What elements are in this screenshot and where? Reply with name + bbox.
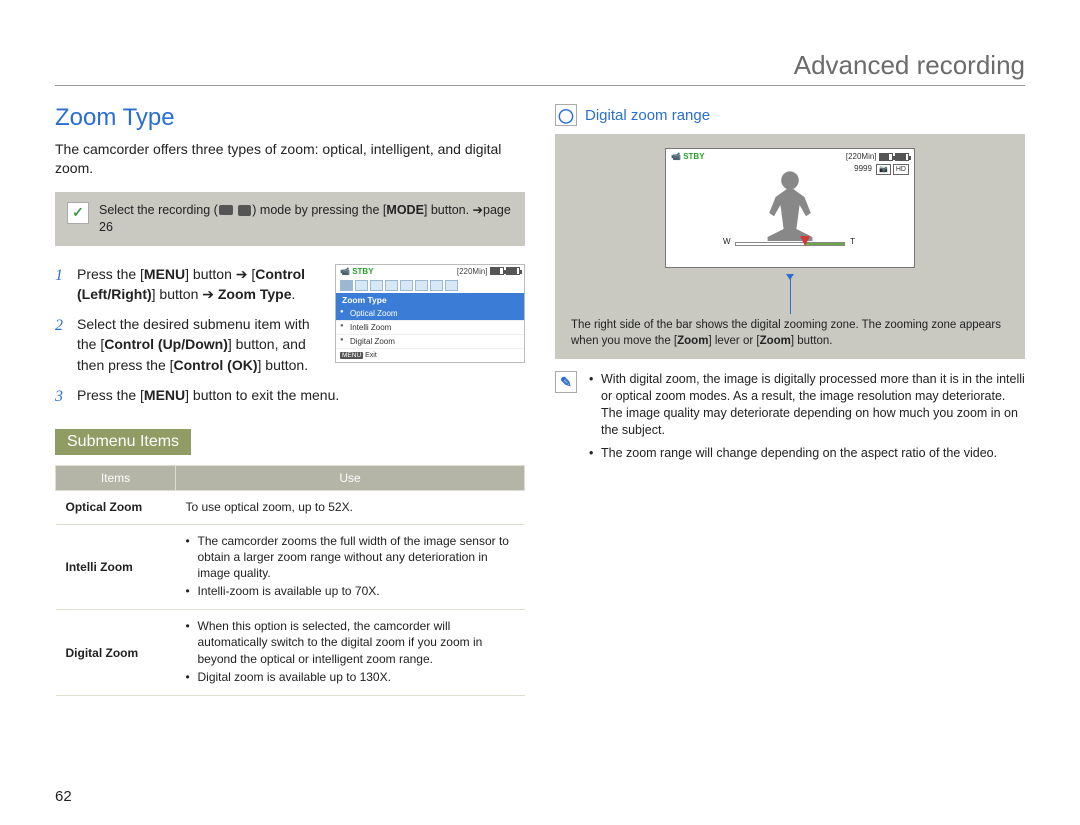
intro-text: The camcorder offers three types of zoom… <box>55 140 525 178</box>
lcd-menu-title: Zoom Type <box>336 293 524 307</box>
table-row: Intelli Zoom The camcorder zooms the ful… <box>56 524 525 610</box>
step-list: Press the [MENU] button ➔ [Control (Left… <box>55 264 321 385</box>
mode-note: ✓ Select the recording ( ) mode by press… <box>55 192 525 246</box>
preview-lcd: 📹 STBY [220Min] 9999 📷HD W T <box>665 148 915 268</box>
step-2: Select the desired submenu item with the… <box>55 314 321 375</box>
lcd-exit: MENUExit <box>336 349 524 362</box>
step-list-cont: Press the [MENU] button to exit the menu… <box>55 385 525 405</box>
zoom-indicator-icon <box>800 236 810 246</box>
table-row: Digital Zoom When this option is selecte… <box>56 610 525 696</box>
submenu-table: Items Use Optical Zoom To use optical zo… <box>55 465 525 696</box>
step-1: Press the [MENU] button ➔ [Control (Left… <box>55 264 321 305</box>
photo-icon <box>238 205 251 216</box>
preview-box: 📹 STBY [220Min] 9999 📷HD W T <box>555 134 1025 359</box>
submenu-heading: Submenu Items <box>55 429 191 455</box>
note-item: The zoom range will change depending on … <box>589 445 1025 462</box>
lcd-item: Intelli Zoom <box>336 321 524 335</box>
info-notes: ✎ With digital zoom, the image is digita… <box>555 371 1025 467</box>
battery-icon <box>490 267 504 275</box>
th-use: Use <box>176 466 525 491</box>
step-3: Press the [MENU] button to exit the menu… <box>55 385 525 405</box>
note-icon: ✎ <box>555 371 577 393</box>
two-column-layout: Zoom Type The camcorder offers three typ… <box>55 104 1025 696</box>
magnifier-icon: ◯ <box>555 104 577 126</box>
check-icon: ✓ <box>67 202 89 224</box>
steps-with-lcd: Press the [MENU] button ➔ [Control (Left… <box>55 264 525 385</box>
lcd-top-bar: 📹 STBY [220Min] <box>336 265 524 278</box>
right-column: ◯ Digital zoom range 📹 STBY [220Min] 999… <box>555 104 1025 696</box>
zoom-bar: W T <box>735 239 845 249</box>
lcd-tabs <box>336 278 524 293</box>
subject-silhouette <box>745 165 835 245</box>
battery-icon <box>879 153 893 161</box>
mode-note-text: Select the recording ( ) mode by pressin… <box>99 202 513 236</box>
page-number: 62 <box>55 788 72 805</box>
callout-line <box>790 276 791 314</box>
page-heading: Zoom Type <box>55 104 525 132</box>
battery-icon <box>506 267 520 275</box>
left-column: Zoom Type The camcorder offers three typ… <box>55 104 525 696</box>
lcd-item: Digital Zoom <box>336 335 524 349</box>
preview-caption: The right side of the bar shows the digi… <box>571 318 1009 349</box>
section-title: Advanced recording <box>55 50 1025 86</box>
lcd-item-selected: Optical Zoom <box>336 307 524 321</box>
battery-icon <box>895 153 909 161</box>
video-icon <box>219 205 233 215</box>
right-heading-row: ◯ Digital zoom range <box>555 104 1025 126</box>
note-item: With digital zoom, the image is digitall… <box>589 371 1025 439</box>
table-row: Optical Zoom To use optical zoom, up to … <box>56 491 525 524</box>
manual-page: Advanced recording Zoom Type The camcord… <box>0 0 1080 825</box>
th-items: Items <box>56 466 176 491</box>
right-heading: Digital zoom range <box>585 107 710 124</box>
hd-icon: 📷 <box>876 164 891 175</box>
menu-lcd-screenshot: 📹 STBY [220Min] Zoom Type Optical Zoom I… <box>335 264 525 363</box>
